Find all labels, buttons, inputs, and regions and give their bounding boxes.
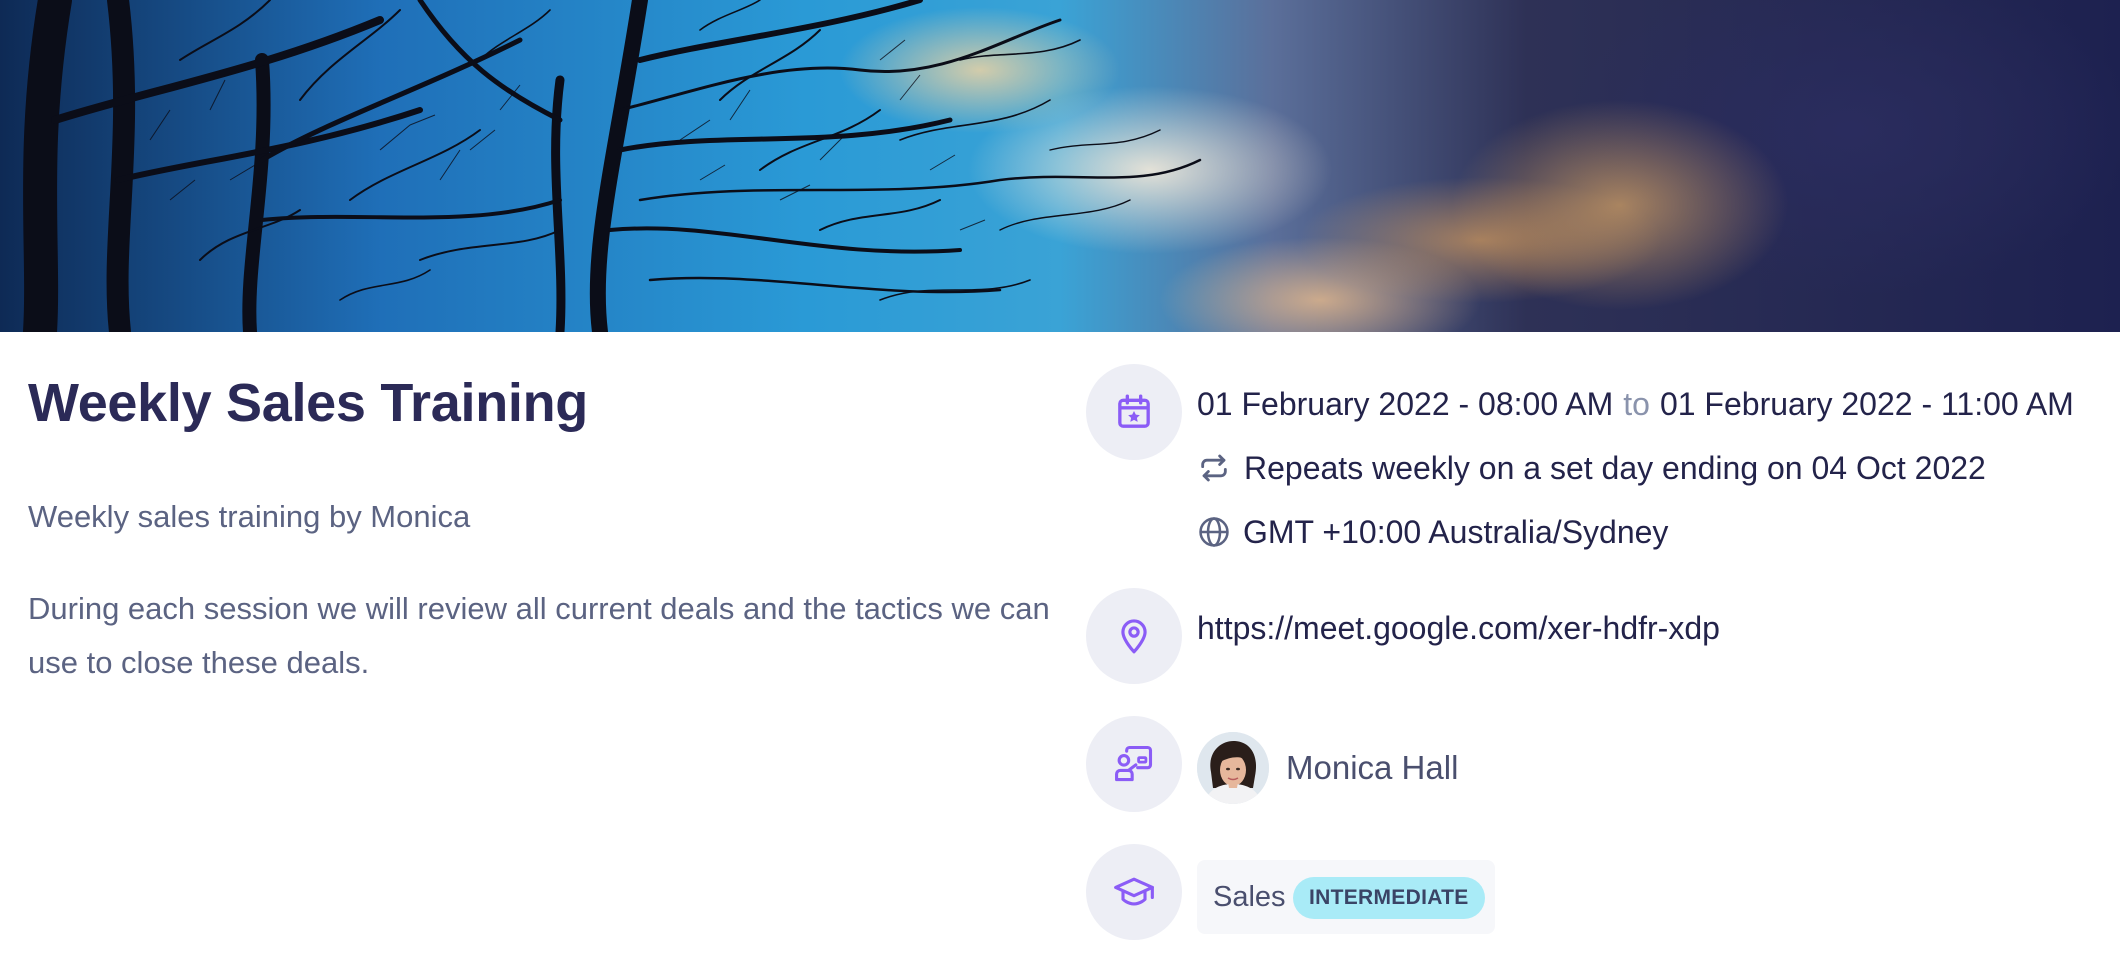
event-banner-image xyxy=(0,0,2120,332)
category-name: Sales xyxy=(1213,881,1286,913)
meeting-link[interactable]: https://meet.google.com/xer-hdfr-xdp xyxy=(1197,608,1720,648)
map-pin-icon xyxy=(1121,619,1147,654)
graduation-cap-icon xyxy=(1114,877,1154,906)
host-photo xyxy=(1197,732,1269,804)
end-datetime: 01 February 2022 - 11:00 AM xyxy=(1659,386,2074,422)
repeat-icon xyxy=(1201,454,1227,482)
to-separator: to xyxy=(1623,386,1650,422)
level-badge: INTERMEDIATE xyxy=(1293,877,1485,919)
presenter-icon xyxy=(1115,745,1153,782)
location-icon-circle xyxy=(1086,588,1182,684)
tree-branches-silhouette xyxy=(23,0,1202,332)
start-datetime: 01 February 2022 - 08:00 AM xyxy=(1197,386,1614,422)
schedule-icon-circle xyxy=(1086,364,1182,460)
category-icon-circle xyxy=(1086,844,1182,940)
calendar-star-icon xyxy=(1118,394,1150,428)
event-description: During each session we will review all c… xyxy=(28,591,1050,680)
recurrence-text: Repeats weekly on a set day ending on 04… xyxy=(1244,450,1986,486)
schedule-range: 01 February 2022 - 08:00 AM to 01 February… xyxy=(1197,384,2074,424)
timezone-text: GMT +10:00 Australia/Sydney xyxy=(1243,514,1669,550)
host-name[interactable]: Monica Hall xyxy=(1286,748,1458,788)
event-title: Weekly Sales Training xyxy=(28,373,588,433)
host-avatar xyxy=(1197,732,1269,804)
category-card: Sales INTERMEDIATE xyxy=(1197,860,1495,934)
event-subtitle: Weekly sales training by Monica xyxy=(28,499,471,534)
globe-icon xyxy=(1199,517,1229,547)
host-icon-circle xyxy=(1086,716,1182,812)
